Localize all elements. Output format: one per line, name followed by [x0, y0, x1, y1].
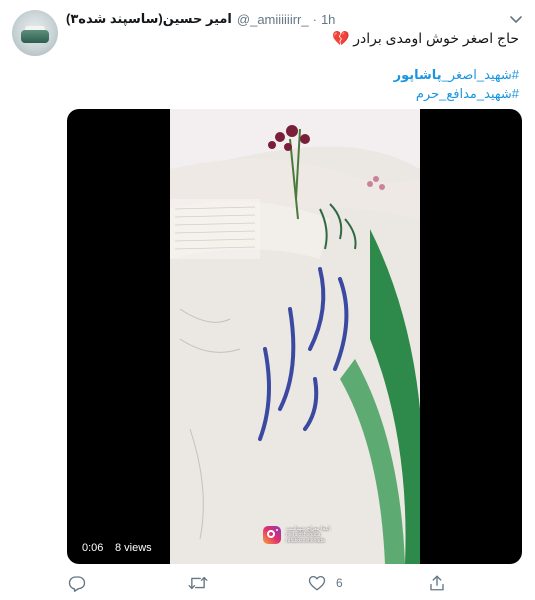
reply-button[interactable] [68, 573, 96, 593]
watermark-text: اینجا معراج شهداست merajoshohada rafabos… [286, 526, 330, 544]
watermark-line: rafabososhohada [286, 538, 325, 544]
tweet-time[interactable]: 1h [321, 12, 335, 27]
hashtag-text: شهید_مدافع_حرم [415, 86, 512, 101]
heart-icon [308, 574, 326, 592]
video-player[interactable]: اینجا معراج شهداست merajoshohada rafabos… [67, 109, 522, 564]
hashtag-link[interactable]: #شهید_اصغر_پاشاپور [394, 67, 519, 83]
video-duration-badge: 0:06 [77, 538, 109, 558]
video-frame-illustration [170, 109, 420, 564]
video-watermark: اینجا معراج شهداست merajoshohada rafabos… [263, 526, 330, 544]
chevron-down-icon[interactable] [509, 12, 523, 23]
broken-heart-emoji: 💔 [331, 30, 350, 46]
like-button[interactable]: 6 [308, 573, 343, 593]
tweet: امیر حسین(ساسپند شده۳) @_amiiiiiirr_ · 1… [0, 0, 535, 600]
like-count: 6 [336, 576, 343, 590]
instagram-icon [263, 526, 281, 544]
tweet-actions: 6 [60, 573, 460, 593]
hashtag-sign: # [511, 67, 519, 82]
avatar[interactable] [12, 10, 58, 56]
retweet-icon [188, 574, 208, 592]
hashtag-sign: # [511, 86, 519, 101]
share-icon [428, 574, 446, 592]
video-views-badge: 8 views [110, 538, 157, 558]
user-handle[interactable]: @_amiiiiiirr_ [237, 12, 309, 27]
avatar-image-detail [21, 30, 49, 43]
display-name[interactable]: امیر حسین(ساسپند شده۳) [66, 11, 232, 27]
retweet-button[interactable] [188, 573, 218, 593]
separator-dot: · [312, 11, 317, 27]
hashtag-highlight: پاشاپور [393, 67, 442, 82]
reply-icon [68, 574, 86, 592]
hashtag-text: شهید_اصغر_ [441, 67, 512, 82]
hashtag-link[interactable]: #شهید_مدافع_حرم [416, 86, 519, 102]
video-frame: اینجا معراج شهداست merajoshohada rafabos… [170, 109, 420, 564]
tweet-text-body: حاج اصغر خوش اومدی برادر [353, 30, 519, 46]
tweet-text: حاج اصغر خوش اومدی برادر 💔 [329, 30, 519, 47]
tweet-header: امیر حسین(ساسپند شده۳) @_amiiiiiirr_ · 1… [66, 10, 335, 28]
share-button[interactable] [428, 573, 456, 593]
